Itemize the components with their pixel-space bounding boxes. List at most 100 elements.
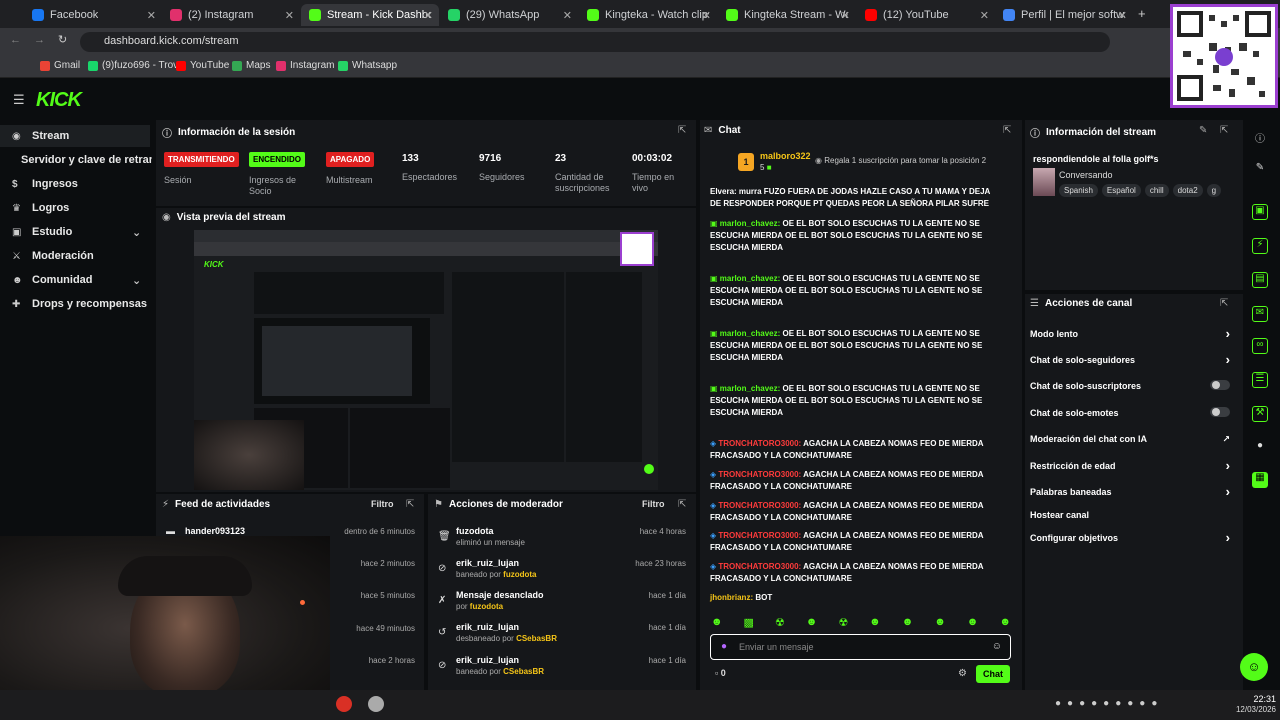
forward-icon[interactable]: → bbox=[34, 34, 45, 46]
chat-username[interactable]: marlon_chavez: bbox=[720, 274, 780, 283]
send-chat-button[interactable]: Chat bbox=[976, 665, 1010, 683]
emote-icon[interactable]: ☻ bbox=[806, 616, 818, 630]
stream-tag[interactable]: Español bbox=[1101, 184, 1141, 197]
mod-action-by[interactable]: fuzodota bbox=[470, 602, 503, 611]
chat-icon[interactable]: ✉ bbox=[1252, 306, 1268, 322]
close-tab-icon[interactable]: ✕ bbox=[285, 9, 294, 22]
sidebar-item[interactable]: ☻ Comunidad ⌄ bbox=[0, 269, 150, 291]
mod-action-name[interactable]: erik_ruiz_lujan bbox=[456, 655, 519, 665]
close-tab-icon[interactable]: ✕ bbox=[1118, 9, 1127, 22]
browser-tab[interactable]: Kingteka - Watch clips on✕ bbox=[579, 4, 717, 26]
emote-icon[interactable]: ☻ bbox=[869, 616, 881, 630]
browser-tab[interactable]: (2) Instagram ✕ bbox=[162, 4, 300, 26]
mod-action-by[interactable]: CSebasBR bbox=[503, 667, 544, 676]
clock-time[interactable]: 22:31 bbox=[1236, 694, 1276, 704]
mod-action-name[interactable]: fuzodota bbox=[456, 526, 494, 536]
browser-tab[interactable]: Stream - Kick Dashboard✕ bbox=[301, 4, 439, 26]
browser-tab[interactable]: Kingteka Stream - Watch✕ bbox=[718, 4, 856, 26]
close-tab-icon[interactable]: ✕ bbox=[424, 9, 433, 22]
mod-action-by[interactable]: fuzodota bbox=[503, 570, 536, 579]
chat-message[interactable]: ▣ marlon_chavez: OE EL BOT SOLO ESCUCHAS… bbox=[710, 218, 1000, 254]
info-icon[interactable]: ⓘ bbox=[1252, 130, 1268, 146]
chat-message[interactable]: ▣ marlon_chavez: OE EL BOT SOLO ESCUCHAS… bbox=[710, 273, 1000, 309]
chat-username[interactable]: TRONCHATORO3000: bbox=[718, 501, 801, 510]
url-field[interactable]: dashboard.kick.com/stream bbox=[80, 32, 1110, 52]
toggle-switch[interactable] bbox=[1210, 380, 1230, 390]
app-taskbar-icon[interactable] bbox=[368, 696, 384, 712]
kick-logo[interactable]: KICK bbox=[36, 89, 82, 112]
close-tab-icon[interactable]: ✕ bbox=[563, 9, 572, 22]
stream-tag[interactable]: dota2 bbox=[1172, 184, 1203, 197]
sidebar-item[interactable]: ▣ Estudio ⌄ bbox=[0, 221, 150, 243]
chat-username[interactable]: marlon_chavez: bbox=[720, 219, 780, 228]
close-tab-icon[interactable]: ✕ bbox=[980, 9, 989, 22]
toggle-switch[interactable] bbox=[1210, 407, 1230, 417]
bookmark-item[interactable]: Maps bbox=[232, 60, 270, 71]
chat-message[interactable]: jhonbrianz: BOT bbox=[710, 592, 1000, 604]
mod-action-by[interactable]: CSebasBR bbox=[516, 634, 557, 643]
system-tray-icons[interactable]: ●●●●●●●●● bbox=[1055, 698, 1163, 709]
wrench-icon[interactable]: ⚒ bbox=[1252, 406, 1268, 422]
expand-icon[interactable]: ⇱ bbox=[1220, 125, 1228, 136]
chrome-taskbar-icon[interactable] bbox=[336, 696, 352, 712]
document-icon[interactable]: ▤ bbox=[1252, 272, 1268, 288]
apps-icon[interactable]: ● bbox=[1252, 440, 1268, 456]
close-tab-icon[interactable]: ✕ bbox=[702, 9, 711, 22]
bolt-icon[interactable]: ⚡ bbox=[1252, 238, 1268, 254]
chat-message[interactable]: ◈ TRONCHATORO3000: AGACHA LA CABEZA NOMA… bbox=[710, 438, 1000, 462]
chat-message[interactable]: ◈ TRONCHATORO3000: AGACHA LA CABEZA NOMA… bbox=[710, 561, 1000, 585]
channel-action-item[interactable]: Chat de solo-seguidores › bbox=[1030, 352, 1230, 367]
browser-tab[interactable]: Perfil | El mejor software✕ bbox=[995, 4, 1133, 26]
channel-action-item[interactable]: Restricción de edad › bbox=[1030, 458, 1230, 473]
chat-username[interactable]: TRONCHATORO3000: bbox=[718, 562, 801, 571]
channel-points[interactable]: ▫ 0 bbox=[715, 668, 726, 678]
chat-username[interactable]: marlon_chavez: bbox=[720, 329, 780, 338]
menu-icon[interactable]: ☰ bbox=[13, 92, 25, 108]
chat-settings-icon[interactable]: ⚙ bbox=[958, 668, 967, 679]
category-name[interactable]: Conversando bbox=[1059, 170, 1113, 180]
emoji-icon[interactable]: ☺ bbox=[992, 641, 1002, 652]
chat-message[interactable]: ◈ TRONCHATORO3000: AGACHA LA CABEZA NOMA… bbox=[710, 530, 1000, 554]
expand-icon[interactable]: ⇱ bbox=[1003, 125, 1011, 136]
emote-icon[interactable]: ☢ bbox=[838, 616, 848, 630]
support-chat-button[interactable]: ☺ bbox=[1240, 653, 1268, 681]
chat-message[interactable]: ◈ TRONCHATORO3000: AGACHA LA CABEZA NOMA… bbox=[710, 469, 1000, 493]
channel-action-item[interactable]: Palabras baneadas › bbox=[1030, 484, 1230, 499]
expand-icon[interactable]: ⇱ bbox=[1220, 298, 1228, 309]
feed-user[interactable]: hander093123 bbox=[185, 526, 245, 536]
chat-message[interactable]: ▣ marlon_chavez: OE EL BOT SOLO ESCUCHAS… bbox=[710, 328, 1000, 364]
chat-message[interactable]: ▣ marlon_chavez: OE EL BOT SOLO ESCUCHAS… bbox=[710, 383, 1000, 419]
external-link-icon[interactable]: ↗ bbox=[1222, 434, 1230, 445]
chat-username[interactable]: TRONCHATORO3000: bbox=[718, 531, 801, 540]
channel-action-item[interactable]: Modo lento › bbox=[1030, 326, 1230, 341]
expand-icon[interactable]: ⇱ bbox=[678, 499, 686, 510]
mod-action-name[interactable]: Mensaje desanclado bbox=[456, 590, 544, 600]
chat-input-box[interactable]: ● Enviar un mensaje ☺ bbox=[710, 634, 1011, 660]
edit-icon[interactable]: ✎ bbox=[1199, 125, 1207, 136]
stream-tag[interactable]: g bbox=[1206, 184, 1222, 197]
mod-action-name[interactable]: erik_ruiz_lujan bbox=[456, 622, 519, 632]
channel-action-item[interactable]: Moderación del chat con IA ↗ bbox=[1030, 434, 1230, 444]
camera-icon[interactable]: ▣ bbox=[1252, 204, 1268, 220]
microphone-icon[interactable]: ● bbox=[721, 641, 727, 652]
chevron-right-icon[interactable]: › bbox=[1226, 484, 1230, 499]
expand-icon[interactable]: ⇱ bbox=[678, 125, 686, 136]
clock-date[interactable]: 12/03/2026 bbox=[1222, 705, 1276, 714]
bookmark-item[interactable]: Gmail bbox=[40, 60, 80, 71]
top-gifter-name[interactable]: malboro322 bbox=[760, 151, 811, 161]
stream-tag[interactable]: chill bbox=[1144, 184, 1169, 197]
chat-username[interactable]: TRONCHATORO3000: bbox=[718, 439, 801, 448]
mod-filter-button[interactable]: Filtro bbox=[642, 499, 665, 509]
sidebar-item[interactable]: ◉ Stream bbox=[0, 125, 150, 147]
close-tab-icon[interactable]: ✕ bbox=[841, 9, 850, 22]
sidebar-item[interactable]: ⚔ Moderación bbox=[0, 245, 150, 267]
stream-tag[interactable]: Spanish bbox=[1059, 184, 1098, 197]
sidebar-item[interactable]: ♛ Logros bbox=[0, 197, 150, 219]
browser-tab[interactable]: Facebook ✕ bbox=[24, 4, 162, 26]
emote-icon[interactable]: ☻ bbox=[711, 616, 723, 630]
channel-action-item[interactable]: Configurar objetivos › bbox=[1030, 530, 1230, 545]
channel-action-item[interactable]: Hostear canal bbox=[1030, 510, 1230, 520]
browser-tab[interactable]: (12) YouTube ✕ bbox=[857, 4, 995, 26]
sidebar-item[interactable]: $ Ingresos bbox=[0, 173, 150, 195]
chat-username[interactable]: jhonbrianz: bbox=[710, 593, 753, 602]
